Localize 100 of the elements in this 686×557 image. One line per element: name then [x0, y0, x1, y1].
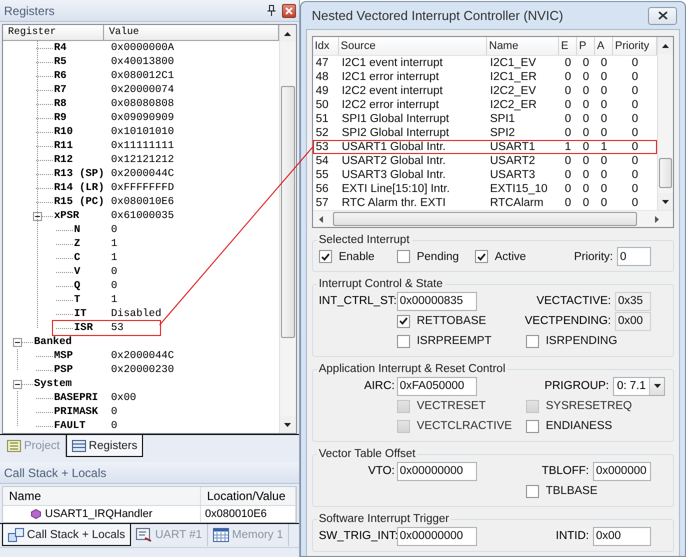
register-value: 0 — [111, 224, 118, 236]
scrollbar[interactable] — [278, 25, 296, 433]
register-value: 0x20000074 — [111, 84, 174, 96]
windows-icon — [8, 528, 24, 542]
checkbox[interactable]: TBLBASE — [526, 484, 598, 498]
group-title: Interrupt Control & State — [318, 278, 444, 290]
dropdown[interactable]: 0: 7.1 — [613, 376, 665, 396]
table-cell-text: USART3 — [489, 169, 536, 181]
table-cell-text: USART1 Global Intr. — [340, 141, 447, 153]
register-name: System — [33, 378, 73, 390]
field-label: Priority: — [574, 250, 613, 262]
scroll-right-icon[interactable] — [655, 216, 659, 222]
tab[interactable]: Registers — [66, 435, 144, 457]
close-button[interactable] — [282, 4, 296, 18]
register-value: 0x09090909 — [111, 112, 174, 124]
close-button[interactable] — [648, 6, 677, 24]
column-header[interactable]: Source — [338, 37, 487, 55]
checkbox[interactable]: ISRPENDING — [526, 334, 618, 348]
column-header[interactable]: E — [559, 37, 577, 55]
register-value: 0x12121212 — [111, 154, 174, 166]
scrollbar-thumb[interactable] — [659, 158, 672, 188]
table-cell-text: 0 — [630, 99, 640, 111]
scroll-up-icon[interactable] — [284, 32, 292, 36]
table-cell-text: 0 — [600, 197, 608, 209]
table-cell-text: EXTI Line[15:10] Intr. — [340, 183, 451, 195]
column-header[interactable]: Value — [104, 25, 279, 40]
register-value: 1 — [111, 294, 118, 306]
pin-icon[interactable] — [266, 5, 276, 16]
highlighted-row[interactable]: 53 USART1 Global Intr. USART1 1 0 1 0 — [312, 140, 657, 154]
table-cell-text: 0 — [600, 155, 608, 167]
scroll-left-icon[interactable] — [318, 216, 323, 222]
table-cell-text: 0 — [582, 113, 590, 125]
input-field[interactable]: 0xFA050000 — [396, 376, 477, 396]
table-cell-text: 0 — [600, 99, 608, 111]
scrollbar[interactable] — [312, 210, 673, 227]
table-cell-text: 1 — [600, 141, 608, 153]
table-cell-text: USART3 Global Intr. — [340, 169, 447, 181]
register-name: R14 (LR) — [53, 182, 106, 194]
field-label: PRIGROUP: — [544, 380, 610, 392]
column-header[interactable]: Name — [487, 37, 559, 55]
checkbox[interactable]: Pending — [396, 250, 475, 263]
input-field[interactable]: 0x00000000 — [396, 526, 477, 546]
table-cell-text: 0 — [564, 197, 572, 209]
table-cell-text: 55 — [314, 169, 330, 181]
table-cell-text: 53 — [314, 141, 330, 153]
table-cell-text: I2C2 error interrupt — [340, 99, 440, 111]
group-title: Application Interrupt & Reset Control — [318, 363, 506, 375]
input-field[interactable]: 0x35 — [615, 292, 651, 310]
scrollbar-thumb[interactable] — [332, 212, 637, 226]
collapse-icon[interactable] — [13, 380, 22, 388]
input-field[interactable]: 0x00000000 — [396, 462, 477, 480]
register-name: V — [73, 266, 82, 278]
table-cell-text: SPI1 — [489, 113, 516, 125]
scrollbar[interactable] — [657, 37, 673, 210]
column-header[interactable]: Idx — [312, 37, 339, 55]
table-cell-text: 57 — [314, 197, 330, 209]
column-header[interactable]: Name — [3, 487, 201, 505]
input-field[interactable]: 0x00 — [615, 312, 651, 330]
checkbox[interactable]: ISRPREEMPT — [396, 334, 525, 348]
register-value: 0 — [111, 420, 118, 432]
input-field[interactable]: 0 — [617, 247, 651, 266]
table-cell-text: 47 — [314, 57, 330, 69]
checkbox[interactable]: ENDIANESS — [526, 420, 612, 432]
checkbox[interactable]: Enable — [318, 250, 397, 263]
table-cell-text: 0 — [564, 99, 572, 111]
input-field[interactable]: 0x000000 — [593, 462, 651, 480]
scrollbar-thumb[interactable] — [280, 86, 295, 338]
tab[interactable]: Call Stack + Locals — [2, 524, 132, 546]
register-name: R6 — [53, 70, 68, 82]
register-value: Disabled — [111, 308, 162, 320]
table-cell-text: USART1 — [489, 141, 536, 153]
table-cell-text: RTCAlarm — [489, 197, 544, 209]
collapse-icon[interactable] — [13, 338, 22, 346]
column-header[interactable]: A — [595, 37, 613, 55]
input-field[interactable]: 0x00000835 — [396, 292, 477, 310]
collapse-icon[interactable] — [33, 212, 42, 220]
input-field[interactable]: 0x00 — [593, 526, 651, 546]
column-header[interactable]: Priority — [613, 37, 657, 55]
checkbox[interactable]: RETTOBASE — [396, 314, 525, 328]
column-header[interactable]: Register — [3, 25, 104, 40]
table-cell-text: 0 — [564, 85, 572, 97]
register-value: 0x20000230 — [111, 364, 174, 376]
table-cell-text: 0 — [582, 183, 590, 195]
group-title: Vector Table Offset — [318, 448, 416, 460]
scroll-down-icon[interactable] — [284, 422, 292, 426]
column-header[interactable]: P — [577, 37, 595, 55]
checkbox[interactable]: Active — [474, 250, 553, 263]
scroll-down-icon[interactable] — [662, 200, 669, 204]
table-cell-text: I2C2_ER — [489, 99, 538, 111]
table-cell-text: 1 — [564, 141, 572, 153]
register-name: MSP — [53, 350, 74, 362]
field-label: VECTACTIVE: — [536, 295, 612, 307]
register-value: 0x2000044C — [111, 350, 174, 362]
column-header[interactable]: Location/Value — [201, 487, 296, 505]
caret-icon[interactable] — [654, 384, 660, 388]
table-cell-text: 0 — [582, 155, 590, 167]
table-cell-text: USART2 — [489, 155, 536, 167]
field-label: INT_CTRL_ST: — [318, 295, 397, 307]
scroll-up-icon[interactable] — [662, 44, 669, 48]
register-name: xPSR — [53, 210, 80, 222]
